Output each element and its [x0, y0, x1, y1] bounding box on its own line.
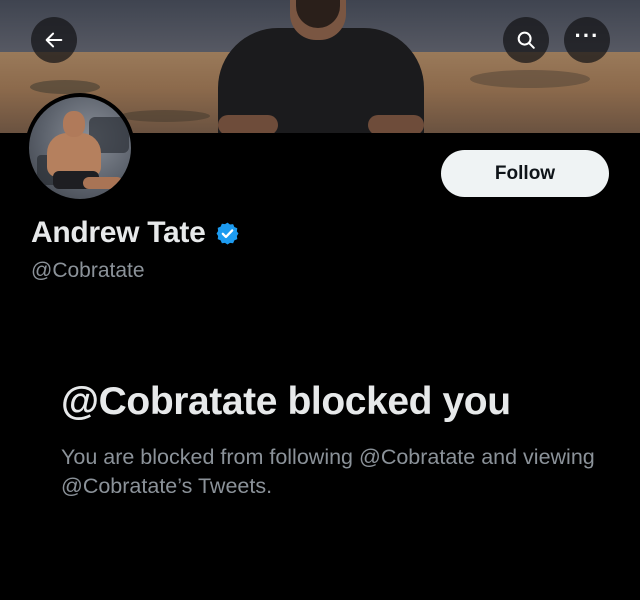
- blocked-description: You are blocked from following @Cobratat…: [61, 445, 595, 498]
- avatar-person-leg: [83, 177, 123, 189]
- avatar[interactable]: [25, 93, 135, 203]
- search-icon: [517, 31, 535, 49]
- arrow-left-icon: [45, 32, 63, 48]
- more-options-button[interactable]: ···: [564, 17, 610, 63]
- profile-handle: @Cobratate: [31, 259, 145, 282]
- search-button[interactable]: [503, 17, 549, 63]
- banner-person-arm: [218, 115, 278, 133]
- profile-name-row: Andrew Tate: [31, 216, 240, 250]
- display-name: Andrew Tate: [31, 216, 206, 249]
- follow-button[interactable]: Follow: [441, 150, 609, 197]
- banner-person-arm: [368, 115, 424, 133]
- banner-shrub: [30, 80, 100, 94]
- verified-badge-icon[interactable]: [215, 221, 240, 246]
- more-horizontal-icon: ···: [574, 23, 600, 48]
- avatar-person-head: [63, 111, 85, 137]
- banner-shrub: [120, 110, 210, 122]
- banner-shrub: [470, 70, 590, 88]
- blocked-title: @Cobratate blocked you: [61, 380, 511, 423]
- back-button[interactable]: [31, 17, 77, 63]
